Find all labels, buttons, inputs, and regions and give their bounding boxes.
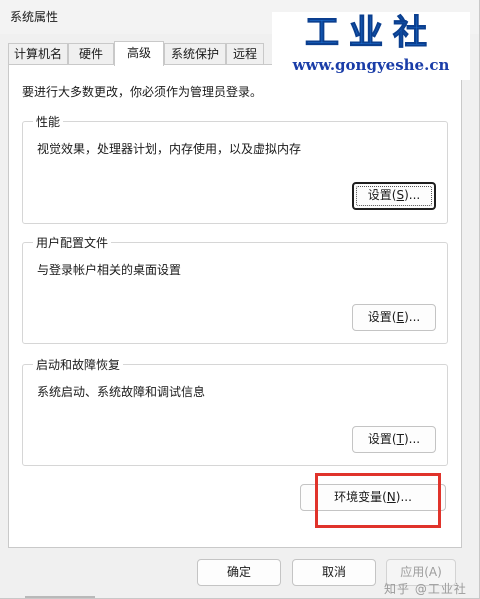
tab-remote[interactable]: 远程 [226, 43, 264, 64]
startup-recovery-description: 系统启动、系统故障和调试信息 [37, 385, 206, 399]
user-profiles-description: 与登录帐户相关的桌面设置 [37, 263, 182, 277]
performance-description: 视觉效果，处理器计划，内存使用，以及虚拟内存 [37, 142, 302, 156]
ok-button[interactable]: 确定 [197, 559, 281, 586]
performance-title: 性能 [33, 113, 64, 130]
tab-computer-name[interactable]: 计算机名 [8, 43, 68, 64]
startup-recovery-group: 启动和故障恢复 系统启动、系统故障和调试信息 设置(T)... [22, 356, 448, 466]
user-profiles-group: 用户配置文件 与登录帐户相关的桌面设置 设置(E)... [22, 234, 448, 344]
performance-group: 性能 视觉效果，处理器计划，内存使用，以及虚拟内存 设置(S)... [22, 113, 448, 224]
system-properties-window: 系统属性 计算机名 硬件 高级 系统保护 远程 要进行大多数更改，你必须作为管理… [0, 0, 480, 599]
user-profiles-settings-button[interactable]: 设置(E)... [352, 304, 436, 331]
performance-settings-button[interactable]: 设置(S)... [352, 182, 436, 210]
logo-url: www.gongyeshe.cn [292, 56, 450, 74]
startup-recovery-title: 启动和故障恢复 [33, 356, 124, 373]
tab-hardware[interactable]: 硬件 [68, 43, 114, 64]
tab-system-protection[interactable]: 系统保护 [164, 43, 226, 64]
admin-notice: 要进行大多数更改，你必须作为管理员登录。 [22, 85, 263, 99]
logo-title: 工业社 [305, 13, 437, 54]
startup-recovery-settings-button[interactable]: 设置(T)... [352, 426, 436, 453]
user-profiles-title: 用户配置文件 [33, 234, 112, 251]
zhihu-watermark: 知乎 @工业社 [384, 582, 467, 596]
window-title: 系统属性 [10, 10, 59, 24]
tab-advanced[interactable]: 高级 [114, 41, 164, 66]
cancel-button[interactable]: 取消 [292, 559, 376, 586]
gongyeshe-watermark-logo: 工业社 www.gongyeshe.cn [272, 12, 470, 80]
environment-variables-button[interactable]: 环境变量(N)... [300, 484, 446, 511]
bottom-edge-mark [25, 596, 95, 598]
